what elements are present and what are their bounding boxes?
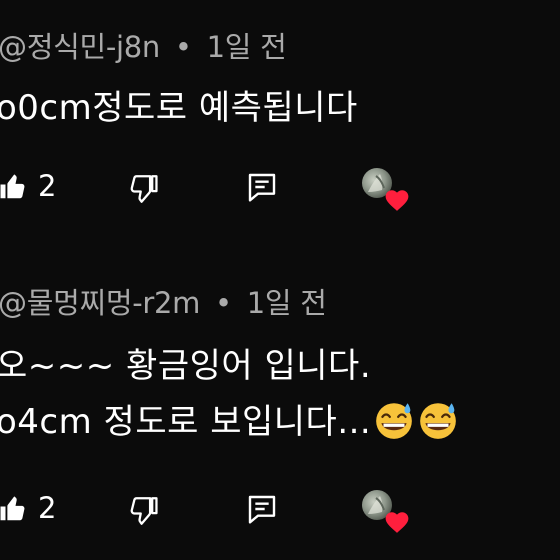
comment-time[interactable]: 1일 전 [247,286,327,320]
comment-text: o0cm정도로 예측됩니다 [0,88,358,128]
thumb-down-icon[interactable] [126,494,160,528]
grinning-sweat-emoji [420,403,457,439]
comment-actions: 2 [0,490,560,533]
like-count: 2 [38,491,57,525]
heart-icon [385,190,409,211]
thumb-up-icon[interactable] [0,172,28,202]
reply-icon[interactable] [246,170,278,204]
like-count: 2 [38,169,57,203]
thumb-up-icon[interactable] [0,494,28,524]
grinning-sweat-emoji [376,403,413,439]
comment-meta: @정식민-j8n • 1일 전 [0,24,287,66]
reply-icon[interactable] [246,492,278,526]
comment-text-line-content: o4cm 정도로 보입니다... [0,402,372,442]
heart-icon [385,512,409,533]
comment-actions: 2 [0,168,560,211]
comment-author[interactable]: @물멍찌멍-r2m [0,286,200,320]
meta-separator: • [215,286,232,320]
thumb-down-icon[interactable] [126,172,160,206]
comment-meta: @물멍찌멍-r2m • 1일 전 [0,280,327,322]
comment-text-line: o4cm 정도로 보입니다... [0,394,459,443]
comment-time[interactable]: 1일 전 [207,30,287,64]
meta-separator: • [174,30,192,64]
comment-author[interactable]: @정식민-j8n [0,30,160,64]
comment-text-line: 오~~~ 황금잉어 입니다. [0,346,372,386]
